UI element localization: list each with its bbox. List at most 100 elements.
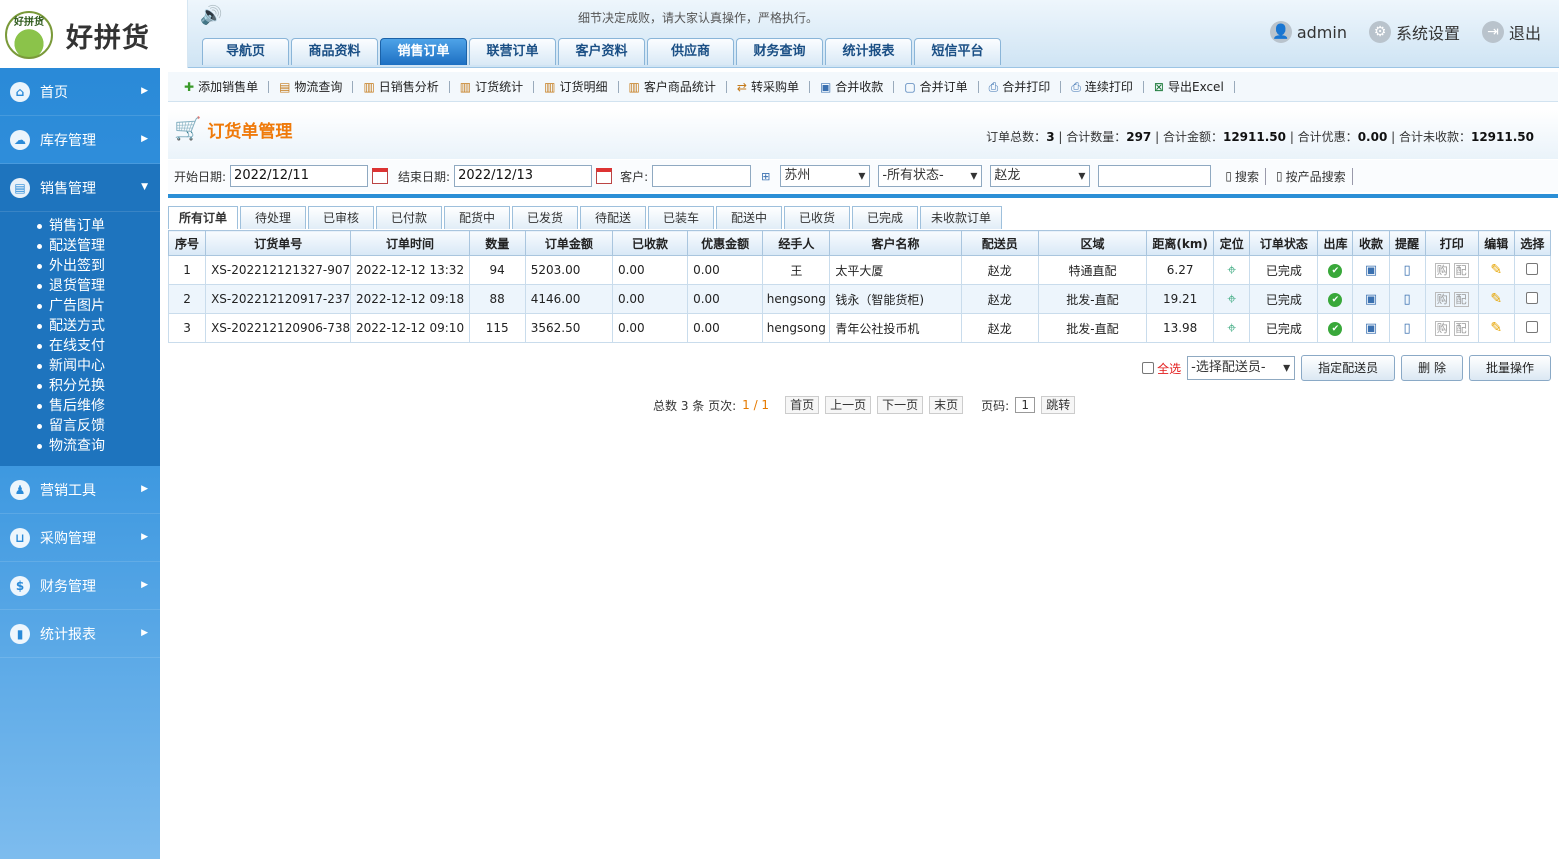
submenu-item[interactable]: 配送管理: [0, 236, 160, 256]
sidebar-item-sales[interactable]: ▤ 销售管理 ▼: [0, 164, 160, 212]
daily-sales-button[interactable]: ▥ 日销售分析: [353, 80, 450, 93]
last-page-button[interactable]: 末页: [929, 396, 964, 414]
submenu-item[interactable]: 外出签到: [0, 256, 160, 276]
check-icon[interactable]: ✔: [1328, 322, 1343, 336]
customer-picker-icon[interactable]: ⊞: [761, 170, 770, 183]
edit-pencil-icon[interactable]: ✎: [1490, 291, 1502, 307]
nav-tab-finance[interactable]: 财务查询: [736, 38, 823, 65]
tab-completed[interactable]: 已完成: [852, 206, 919, 229]
product-search-button[interactable]: ▯ 按产品搜索: [1270, 167, 1353, 185]
nav-tab-suppliers[interactable]: 供应商: [647, 38, 734, 65]
tab-paid[interactable]: 已付款: [376, 206, 443, 229]
sidebar-item-marketing[interactable]: ♟ 营销工具 ▶: [0, 466, 160, 514]
submenu-item[interactable]: 广告图片: [0, 296, 160, 316]
table-row[interactable]: 2 XS-202212120917-237 2022-12-12 09:18 8…: [167, 284, 1552, 314]
page-number-input[interactable]: 1: [1015, 397, 1036, 413]
location-pin-icon[interactable]: ⌖: [1227, 289, 1236, 308]
nav-tab-customers[interactable]: 客户资料: [558, 38, 645, 65]
delete-button[interactable]: 删 除: [1401, 355, 1463, 381]
sidebar-item-purchase[interactable]: ⊔ 采购管理 ▶: [0, 514, 160, 562]
nav-tab-sms[interactable]: 短信平台: [914, 38, 1001, 65]
nav-tab-home[interactable]: 导航页: [202, 38, 289, 65]
payment-icon[interactable]: ▣: [1365, 292, 1377, 307]
row-checkbox[interactable]: [1526, 291, 1539, 304]
courier-select[interactable]: -选择配送员-: [1187, 356, 1296, 380]
edit-pencil-icon[interactable]: ✎: [1490, 320, 1502, 336]
logout-link[interactable]: ⇥ 退出: [1481, 20, 1541, 44]
table-row[interactable]: 3 XS-202212120906-738 2022-12-12 09:10 1…: [167, 313, 1552, 343]
location-pin-icon[interactable]: ⌖: [1227, 318, 1236, 337]
nav-tab-joint-orders[interactable]: 联营订单: [469, 38, 556, 65]
print-purchase-icon[interactable]: 购: [1434, 321, 1450, 336]
go-page-button[interactable]: 跳转: [1041, 396, 1076, 414]
search-button[interactable]: ▯ 搜索: [1219, 167, 1266, 185]
payment-icon[interactable]: ▣: [1365, 321, 1377, 336]
status-select[interactable]: -所有状态-: [878, 165, 983, 187]
sidebar-item-reports[interactable]: ▮ 统计报表 ▶: [0, 610, 160, 658]
tab-unpaid[interactable]: 未收款订单: [920, 206, 1003, 229]
print-delivery-icon[interactable]: 配: [1453, 321, 1469, 336]
prev-page-button[interactable]: 上一页: [825, 396, 872, 414]
submenu-item[interactable]: 留言反馈: [0, 416, 160, 436]
continuous-print-button[interactable]: ⎙ 连续打印: [1061, 80, 1144, 93]
table-row[interactable]: 1 XS-202212121327-907 2022-12-12 13:32 9…: [167, 255, 1552, 285]
tab-picking[interactable]: 配货中: [444, 206, 511, 229]
customer-product-stats-button[interactable]: ▥ 客户商品统计: [619, 80, 727, 93]
city-select[interactable]: 苏州: [780, 165, 871, 187]
merge-order-button[interactable]: ▢ 合并订单: [894, 80, 979, 93]
tab-all-orders[interactable]: 所有订单: [168, 206, 239, 229]
sidebar-item-finance[interactable]: $ 财务管理 ▶: [0, 562, 160, 610]
calendar-icon[interactable]: [596, 168, 613, 184]
submenu-item[interactable]: 积分兑换: [0, 376, 160, 396]
nav-tab-sales-orders[interactable]: 销售订单: [380, 38, 467, 65]
merge-print-button[interactable]: ⎙ 合并打印: [979, 80, 1062, 93]
remind-icon[interactable]: ▯: [1404, 292, 1411, 307]
add-sales-order-button[interactable]: ✚ 添加销售单: [174, 80, 270, 93]
sidebar-item-home[interactable]: ⌂ 首页 ▶: [0, 68, 160, 116]
check-icon[interactable]: ✔: [1328, 264, 1343, 278]
nav-tab-products[interactable]: 商品资料: [291, 38, 378, 65]
speaker-icon[interactable]: 🔊: [200, 5, 222, 26]
payment-icon[interactable]: ▣: [1365, 263, 1377, 278]
tab-approved[interactable]: 已审核: [308, 206, 375, 229]
row-checkbox[interactable]: [1526, 320, 1539, 333]
keyword-input[interactable]: [1098, 165, 1212, 187]
logistics-query-button[interactable]: ▤ 物流查询: [269, 80, 354, 93]
print-purchase-icon[interactable]: 购: [1434, 292, 1450, 307]
tab-delivering[interactable]: 配送中: [716, 206, 783, 229]
order-stats-button[interactable]: ▥ 订货统计: [450, 80, 535, 93]
end-date-input[interactable]: 2022/12/13: [454, 165, 593, 187]
user-account[interactable]: 👤 admin: [1269, 21, 1347, 43]
tab-received[interactable]: 已收货: [784, 206, 851, 229]
remind-icon[interactable]: ▯: [1404, 321, 1411, 336]
tab-to-deliver[interactable]: 待配送: [580, 206, 647, 229]
sidebar-item-inventory[interactable]: ☁ 库存管理 ▶: [0, 116, 160, 164]
print-purchase-icon[interactable]: 购: [1434, 263, 1450, 278]
staff-select[interactable]: 赵龙: [990, 165, 1091, 187]
submenu-item[interactable]: 销售订单: [0, 216, 160, 236]
submenu-item[interactable]: 退货管理: [0, 276, 160, 296]
submenu-item[interactable]: 在线支付: [0, 336, 160, 356]
settings-link[interactable]: ⚙ 系统设置: [1368, 20, 1460, 44]
to-purchase-button[interactable]: ⇄ 转采购单: [727, 80, 810, 93]
edit-pencil-icon[interactable]: ✎: [1490, 262, 1502, 278]
remind-icon[interactable]: ▯: [1404, 263, 1411, 278]
tab-shipped[interactable]: 已发货: [512, 206, 579, 229]
print-delivery-icon[interactable]: 配: [1453, 292, 1469, 307]
submenu-item[interactable]: 新闻中心: [0, 356, 160, 376]
order-detail-button[interactable]: ▥ 订货明细: [534, 80, 619, 93]
assign-courier-button[interactable]: 指定配送员: [1301, 355, 1396, 381]
submenu-item[interactable]: 配送方式: [0, 316, 160, 336]
nav-tab-reports[interactable]: 统计报表: [825, 38, 912, 65]
first-page-button[interactable]: 首页: [785, 396, 820, 414]
cell-order-no[interactable]: XS-202212121327-907: [205, 255, 352, 285]
row-checkbox[interactable]: [1526, 262, 1539, 275]
start-date-input[interactable]: 2022/12/11: [230, 165, 369, 187]
export-excel-button[interactable]: ⊠ 导出Excel: [1144, 80, 1235, 93]
submenu-item[interactable]: 售后维修: [0, 396, 160, 416]
bulk-action-button[interactable]: 批量操作: [1468, 355, 1551, 381]
check-icon[interactable]: ✔: [1328, 293, 1343, 307]
print-delivery-icon[interactable]: 配: [1453, 263, 1469, 278]
cell-order-no[interactable]: XS-202212120917-237: [205, 284, 352, 314]
select-all-checkbox[interactable]: [1142, 362, 1155, 374]
